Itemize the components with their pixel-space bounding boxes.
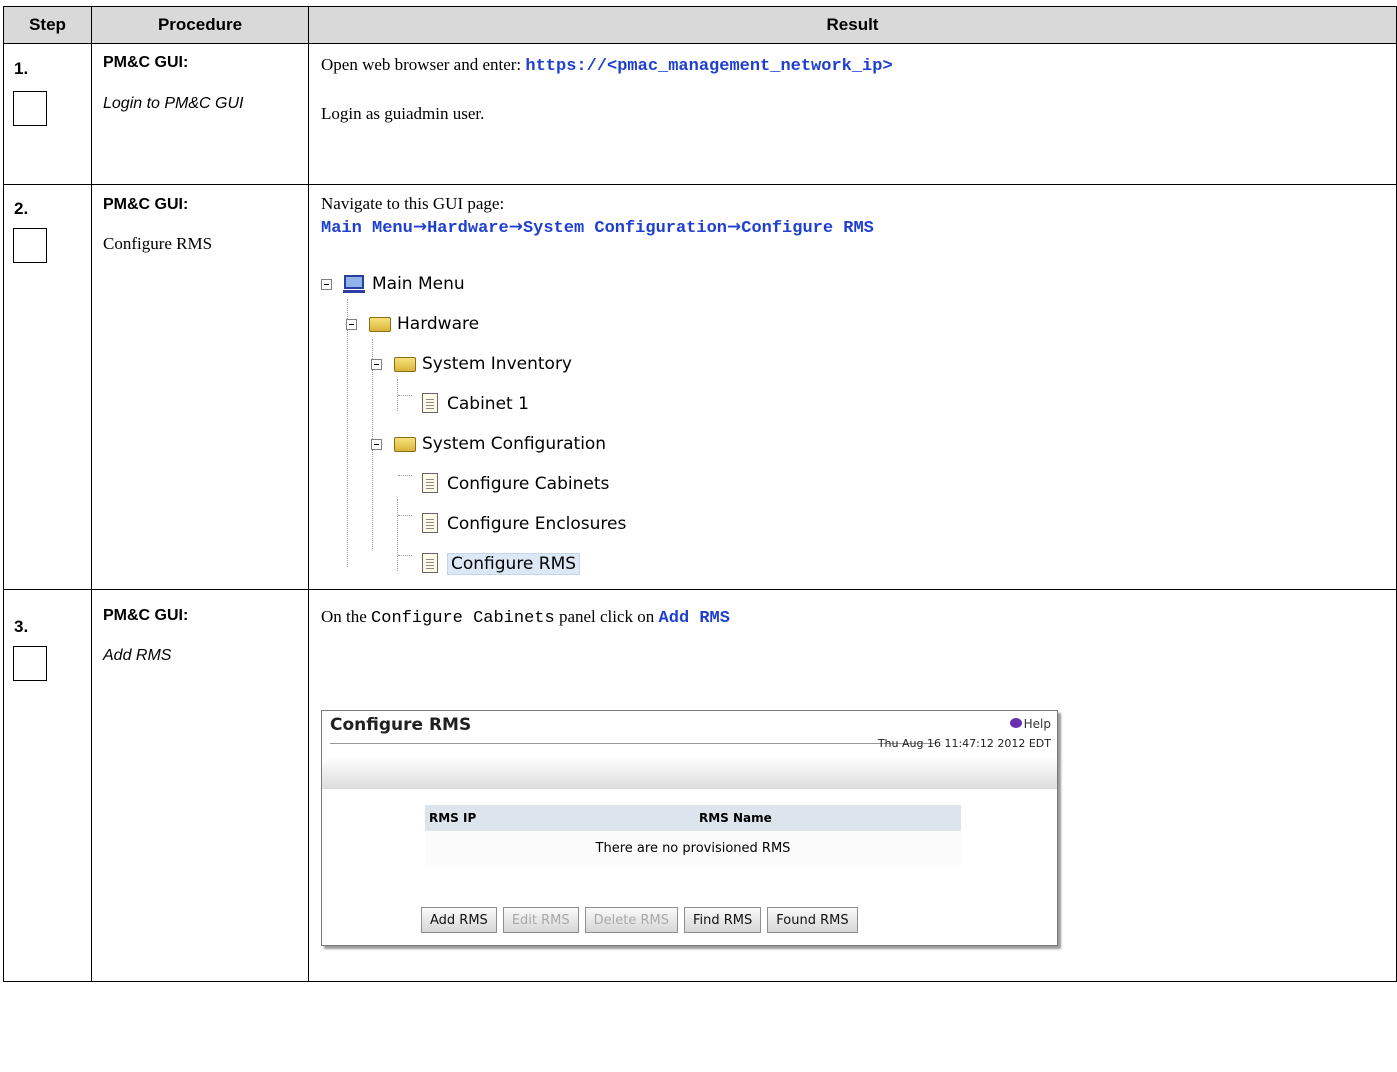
help-link[interactable]: Help bbox=[1009, 717, 1051, 731]
instruction-text: Open web browser and enter: bbox=[321, 55, 526, 74]
arrow-icon: → bbox=[508, 217, 523, 237]
header-procedure: Procedure bbox=[91, 6, 309, 44]
path-hardware: Hardware bbox=[427, 219, 509, 238]
collapse-toggle-icon[interactable] bbox=[346, 318, 357, 330]
tree-label: Cabinet 1 bbox=[447, 394, 529, 414]
tree-node-hardware[interactable]: Hardware bbox=[346, 309, 479, 339]
add-rms-button[interactable]: Add RMS bbox=[421, 907, 497, 933]
tree-label: Main Menu bbox=[372, 274, 465, 294]
step-number: 1. bbox=[14, 59, 29, 78]
tree-node-configure-enclosures[interactable]: Configure Enclosures bbox=[419, 509, 626, 539]
arrow-icon: → bbox=[412, 217, 428, 237]
rms-table: RMS IP RMS Name There are no provisioned… bbox=[425, 805, 961, 865]
step-cell-3: 3. bbox=[3, 589, 92, 982]
find-rms-button[interactable]: Find RMS bbox=[683, 907, 762, 933]
delete-rms-button[interactable]: Delete RMS bbox=[584, 907, 678, 933]
tree-label: Hardware bbox=[397, 314, 480, 334]
empty-message: There are no provisioned RMS bbox=[425, 831, 961, 865]
toolbar-band bbox=[322, 757, 1057, 789]
path-configure-rms: Configure RMS bbox=[741, 219, 874, 238]
tree-label: System Configuration bbox=[422, 434, 607, 454]
step-cell-2: 2. bbox=[3, 184, 92, 590]
procedure-table: Step Procedure Result 1. PM&C GUI: Login… bbox=[3, 6, 1397, 982]
tree-node-system-inventory[interactable]: System Inventory bbox=[371, 349, 572, 379]
help-icon bbox=[1009, 718, 1022, 728]
rms-table-header: RMS IP RMS Name bbox=[425, 805, 961, 831]
instruction-line: On the Configure Cabinets panel click on… bbox=[321, 607, 730, 628]
tree-label: System Inventory bbox=[422, 354, 572, 374]
procedure-cell-3: PM&C GUI: Add RMS bbox=[91, 589, 309, 982]
document-icon bbox=[419, 553, 441, 575]
tree-node-configure-cabinets[interactable]: Configure Cabinets bbox=[419, 469, 609, 499]
result-cell-2: Navigate to this GUI page: Main Menu→Har… bbox=[308, 184, 1397, 590]
tree-label-selected: Configure RMS bbox=[447, 553, 581, 575]
tree-node-cabinet-1[interactable]: Cabinet 1 bbox=[419, 389, 529, 419]
header-result: Result bbox=[308, 6, 1397, 44]
procedure-title: PM&C GUI: bbox=[103, 196, 189, 213]
step-number: 3. bbox=[14, 617, 29, 636]
edit-rms-button[interactable]: Edit RMS bbox=[502, 907, 579, 933]
document-icon bbox=[419, 393, 441, 415]
collapse-toggle-icon[interactable] bbox=[371, 358, 382, 370]
instruction-line: Open web browser and enter: https://<pma… bbox=[321, 55, 893, 76]
url-text: https://<pmac_management_network_ip> bbox=[525, 57, 893, 76]
configure-rms-panel: Configure RMS Help Thu Aug 16 11:47:12 2… bbox=[321, 710, 1058, 946]
folder-icon bbox=[369, 313, 391, 335]
instruction-text: Navigate to this GUI page: bbox=[321, 194, 505, 213]
procedure-cell-1: PM&C GUI: Login to PM&C GUI bbox=[91, 43, 309, 185]
column-rms-ip: RMS IP bbox=[429, 811, 477, 825]
document-icon bbox=[419, 473, 441, 495]
instruction-text: On the bbox=[321, 607, 372, 626]
tree-node-main-menu[interactable]: Main Menu bbox=[321, 269, 465, 299]
help-label: Help bbox=[1023, 717, 1051, 731]
timestamp: Thu Aug 16 11:47:12 2012 EDT bbox=[877, 737, 1051, 750]
step-cell-1: 1. bbox=[3, 43, 92, 185]
navigation-path: Main Menu→Hardware→System Configuration→… bbox=[321, 217, 874, 238]
step-row-1: 1. PM&C GUI: Login to PM&C GUI Open web … bbox=[3, 43, 1397, 185]
procedure-subtitle: Login to PM&C GUI bbox=[103, 95, 244, 112]
procedure-title: PM&C GUI: bbox=[103, 54, 189, 71]
result-cell-3: On the Configure Cabinets panel click on… bbox=[308, 589, 1397, 982]
procedure-subtitle: Configure RMS bbox=[103, 234, 213, 253]
step-row-3: 3. PM&C GUI: Add RMS On the Configure Ca… bbox=[3, 589, 1397, 982]
step-checkbox[interactable] bbox=[13, 91, 47, 126]
step-row-2: 2. PM&C GUI: Configure RMS Navigate to t… bbox=[3, 184, 1397, 590]
arrow-icon: → bbox=[727, 217, 742, 237]
document-icon bbox=[419, 513, 441, 535]
step-number: 2. bbox=[14, 199, 29, 218]
panel-title: Configure RMS bbox=[330, 715, 472, 735]
procedure-cell-2: PM&C GUI: Configure RMS bbox=[91, 184, 309, 590]
procedure-subtitle: Add RMS bbox=[103, 647, 172, 664]
tree-node-system-configuration[interactable]: System Configuration bbox=[371, 429, 606, 459]
add-rms-link-text: Add RMS bbox=[658, 609, 730, 628]
header-step: Step bbox=[3, 6, 92, 44]
collapse-toggle-icon[interactable] bbox=[371, 438, 382, 450]
tree-label: Configure Enclosures bbox=[447, 514, 627, 534]
step-checkbox[interactable] bbox=[13, 228, 47, 263]
header-row: Step Procedure Result bbox=[3, 6, 1397, 44]
path-system-configuration: System Configuration bbox=[522, 219, 727, 238]
collapse-toggle-icon[interactable] bbox=[321, 278, 332, 290]
tree-node-configure-rms[interactable]: Configure RMS bbox=[419, 549, 581, 579]
found-rms-button[interactable]: Found RMS bbox=[767, 907, 858, 933]
procedure-title: PM&C GUI: bbox=[103, 607, 189, 624]
step-checkbox[interactable] bbox=[13, 646, 47, 681]
divider bbox=[330, 743, 935, 744]
folder-icon bbox=[394, 433, 416, 455]
instruction-text: panel click on bbox=[554, 607, 659, 626]
tree-label: Configure Cabinets bbox=[447, 474, 610, 494]
button-bar: Add RMS Edit RMS Delete RMS Find RMS Fou… bbox=[421, 907, 858, 933]
navigation-tree: Main Menu Hardware System Inventory Cabi… bbox=[321, 267, 741, 587]
computer-icon bbox=[343, 273, 366, 295]
instruction-text: Login as guiadmin user. bbox=[321, 104, 485, 123]
result-cell-1: Open web browser and enter: https://<pma… bbox=[308, 43, 1397, 185]
column-rms-name: RMS Name bbox=[699, 811, 772, 825]
folder-icon bbox=[394, 353, 416, 375]
path-main-menu: Main Menu bbox=[321, 219, 413, 238]
panel-name-text: Configure Cabinets bbox=[371, 609, 555, 628]
